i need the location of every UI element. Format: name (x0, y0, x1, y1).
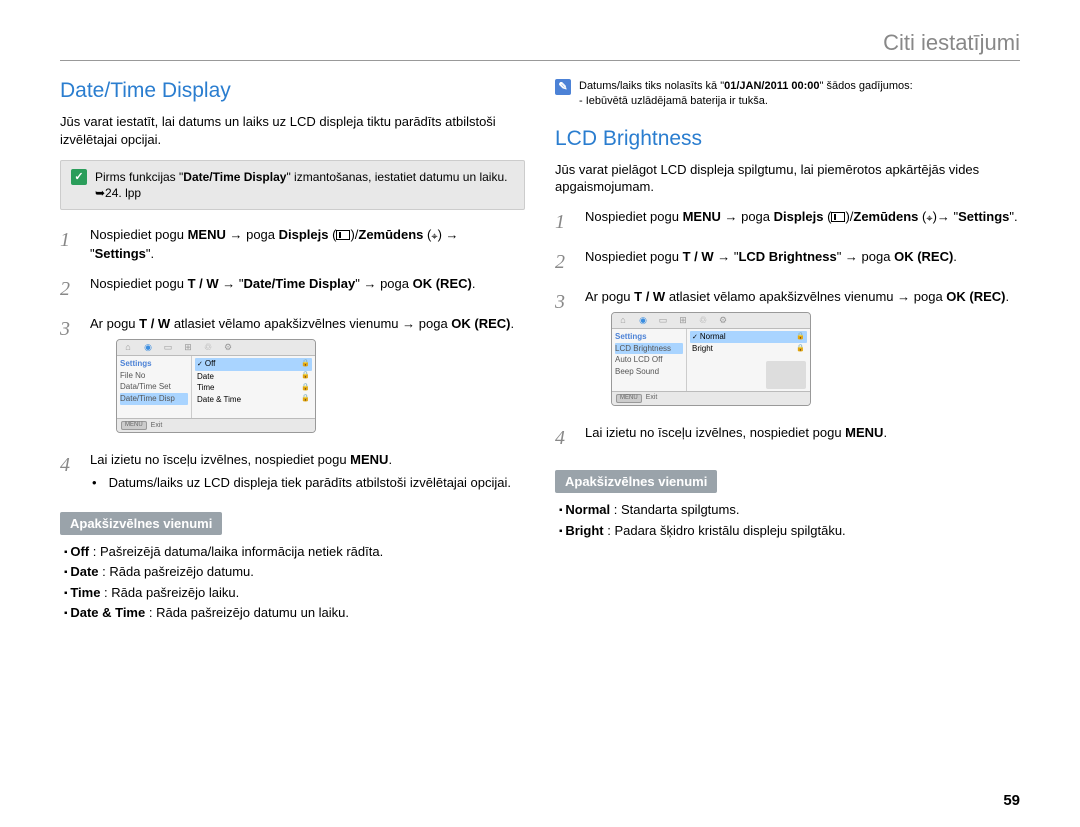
note-text: Pirms funkcijas "Date/Time Display" izma… (95, 169, 514, 201)
intro-paragraph: Jūs varat iestatīt, lai datums un laiks … (60, 113, 525, 148)
underwater-icon: ⌖ (431, 230, 437, 245)
submenu-header: Apakšizvēlnes vienumi (60, 512, 222, 535)
step-1: 1 Nospiediet pogu MENU → poga Displejs (… (555, 208, 1020, 236)
step-number: 2 (60, 275, 78, 303)
display-icon (831, 212, 845, 222)
exit-label: Exit (151, 422, 163, 430)
tab-icon: ♲ (696, 315, 710, 326)
tab-icon: ⌂ (121, 342, 135, 353)
page-number: 59 (1003, 792, 1020, 809)
step-2: 2 Nospiediet pogu T / W → "Date/Time Dis… (60, 275, 525, 303)
step-4: 4 Lai izietu no īsceļu izvēlnes, nospied… (60, 451, 525, 493)
lcd-sidebar-item: File No (120, 370, 188, 382)
steps-list: 1 Nospiediet pogu MENU → poga Displejs (… (555, 208, 1020, 452)
note-box: ✓ Pirms funkcijas "Date/Time Display" iz… (60, 160, 525, 210)
lcd-option: Off🔒 (195, 358, 312, 370)
step-1: 1 Nospiediet pogu MENU → poga Displejs (… (60, 226, 525, 263)
submenu-items: Normal : Standarta spilgtums. Bright : P… (555, 501, 1020, 539)
submenu-header: Apakšizvēlnes vienumi (555, 470, 717, 493)
lcd-footer: MENU Exit (117, 418, 315, 432)
tab-icon: ⊞ (676, 315, 690, 326)
steps-list: 1 Nospiediet pogu MENU → poga Displejs (… (60, 226, 525, 493)
page-header: Citi iestatījumi (60, 30, 1020, 61)
lcd-sidebar: Settings File No Data/Time Set Date/Time… (117, 356, 192, 418)
list-item: Date : Rāda pašreizējo datumu. (64, 563, 525, 581)
lcd-sidebar-item: Date/Time Disp (120, 393, 188, 405)
lcd-sidebar: Settings LCD Brightness Auto LCD Off Bee… (612, 329, 687, 391)
step-number: 2 (555, 248, 573, 276)
left-column: Date/Time Display Jūs varat iestatīt, la… (60, 79, 525, 625)
menu-button-icon: MENU (616, 394, 642, 403)
lcd-screenshot: ⌂ ◉ ▭ ⊞ ♲ ⚙ Settings LCD Brightness Auto (611, 312, 811, 406)
list-item: Date & Time : Rāda pašreizējo datumu un … (64, 604, 525, 622)
section-title-date-time: Date/Time Display (60, 79, 525, 103)
main-columns: Date/Time Display Jūs varat iestatīt, la… (60, 79, 1020, 625)
top-info-note: ✎ Datums/laiks tiks nolasīts kā "01/JAN/… (555, 79, 1020, 109)
lcd-option: Bright🔒 (690, 343, 807, 355)
lcd-sidebar-header: Settings (615, 331, 683, 343)
step-number: 3 (555, 288, 573, 412)
right-column: ✎ Datums/laiks tiks nolasīts kā "01/JAN/… (555, 79, 1020, 625)
menu-button-icon: MENU (121, 421, 147, 430)
lcd-sidebar-item: Auto LCD Off (615, 354, 683, 366)
lcd-option: Time🔒 (195, 382, 312, 394)
lcd-main: Normal🔒 Bright🔒 (687, 329, 810, 391)
tab-icon: ⌂ (616, 315, 630, 326)
checkmark-icon: ✓ (71, 169, 87, 185)
submenu-items: Off : Pašreizējā datuma/laika informācij… (60, 543, 525, 622)
step-4: 4 Lai izietu no īsceļu izvēlnes, nospied… (555, 424, 1020, 452)
lcd-main: Off🔒 Date🔒 Time🔒 Date & Time🔒 (192, 356, 315, 418)
tab-icon: ♲ (201, 342, 215, 353)
exit-label: Exit (646, 394, 658, 402)
tab-icon: ◉ (636, 315, 650, 326)
lcd-footer: MENU Exit (612, 391, 810, 405)
lcd-tabs: ⌂ ◉ ▭ ⊞ ♲ ⚙ (612, 313, 810, 329)
lcd-option: Date & Time🔒 (195, 394, 312, 406)
step-number: 4 (60, 451, 78, 493)
intro-paragraph: Jūs varat pielāgot LCD displeja spilgtum… (555, 161, 1020, 196)
step-number: 1 (555, 208, 573, 236)
tab-icon: ⊞ (181, 342, 195, 353)
lcd-option: Date🔒 (195, 371, 312, 383)
lcd-sidebar-item: LCD Brightness (615, 343, 683, 355)
section-title-lcd-brightness: LCD Brightness (555, 127, 1020, 151)
lcd-sidebar-item: Beep Sound (615, 366, 683, 378)
display-icon (336, 230, 350, 240)
list-item: Off : Pašreizējā datuma/laika informācij… (64, 543, 525, 561)
preview-thumbnail (766, 361, 806, 389)
tab-icon: ▭ (161, 342, 175, 353)
step-number: 3 (60, 315, 78, 439)
sub-bullet: Datums/laiks uz LCD displeja tiek parādī… (92, 474, 525, 492)
tab-icon: ◉ (141, 342, 155, 353)
lcd-sidebar-header: Settings (120, 358, 188, 370)
tab-icon: ⚙ (716, 315, 730, 326)
lcd-option: Normal🔒 (690, 331, 807, 343)
list-item: Time : Rāda pašreizējo laiku. (64, 584, 525, 602)
info-icon: ✎ (555, 79, 571, 95)
lcd-screenshot: ⌂ ◉ ▭ ⊞ ♲ ⚙ Settings File No Data/Time S… (116, 339, 316, 433)
step-3: 3 Ar pogu T / W atlasiet vēlamo apakšizv… (555, 288, 1020, 412)
step-2: 2 Nospiediet pogu T / W → "LCD Brightnes… (555, 248, 1020, 276)
lcd-tabs: ⌂ ◉ ▭ ⊞ ♲ ⚙ (117, 340, 315, 356)
tab-icon: ▭ (656, 315, 670, 326)
list-item: Normal : Standarta spilgtums. (559, 501, 1020, 519)
step-number: 1 (60, 226, 78, 263)
tab-icon: ⚙ (221, 342, 235, 353)
lcd-sidebar-item: Data/Time Set (120, 381, 188, 393)
underwater-icon: ⌖ (926, 212, 932, 227)
list-item: Bright : Padara šķidro kristālu displeju… (559, 522, 1020, 540)
step-number: 4 (555, 424, 573, 452)
step-3: 3 Ar pogu T / W atlasiet vēlamo apakšizv… (60, 315, 525, 439)
